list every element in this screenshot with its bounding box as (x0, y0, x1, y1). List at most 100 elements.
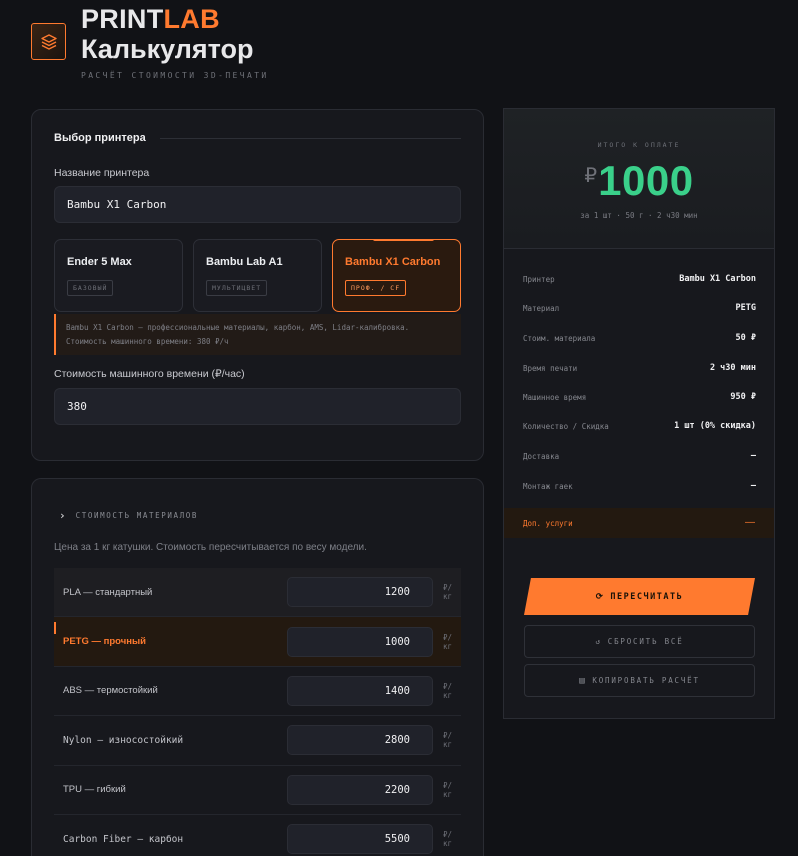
summary-value: 1 шт (0% скидка) (674, 421, 756, 431)
material-row-carbon[interactable]: Carbon Fiber — карбон 5500 ₽/кг (54, 815, 461, 856)
summary-value: — (750, 481, 756, 491)
materials-list: PLA — стандартный 1200 ₽/кг PETG — прочн… (54, 568, 461, 856)
summary-key: Доп. услуги (523, 519, 573, 528)
divider (159, 137, 461, 139)
printer-card-tag: МУЛЬТИЦВЕТ (206, 280, 268, 296)
summary-row-machine-time: Машинное время 950 ₽ (523, 392, 756, 402)
undo-icon: ↺ (595, 637, 602, 646)
material-price-input[interactable]: 5500 (287, 824, 433, 855)
chevron-right-icon: › (59, 509, 66, 522)
printer-card-name: Bambu Lab A1 (206, 256, 283, 268)
brand-accent: LAB (163, 4, 220, 34)
materials-panel: › СТОИМОСТЬ МАТЕРИАЛОВ Цена за 1 кг кату… (31, 478, 484, 856)
printer-card-name: Bambu X1 Carbon (345, 256, 441, 268)
summary-row-nuts: Монтаж гаек — (523, 481, 756, 491)
summary-value: — (750, 451, 756, 461)
summary-row-quantity: Количество / Скидка 1 шт (0% скидка) (523, 421, 756, 431)
summary-key: Количество / Скидка (523, 421, 609, 431)
machine-cost-input[interactable]: 380 (54, 388, 461, 425)
material-unit: ₽/кг (443, 780, 453, 799)
summary-value: 950 ₽ (730, 392, 756, 402)
summary-row-print-time: Время печати 2 ч30 мин (523, 363, 756, 373)
layers-icon (40, 33, 57, 50)
currency-symbol: ₽ (584, 165, 598, 187)
summary-key: Монтаж гаек (523, 481, 573, 491)
summary-row-material-cost: Стоим. материала 50 ₽ (523, 333, 756, 343)
material-price-input[interactable]: 2200 (287, 774, 433, 805)
materials-section-toggle[interactable]: › СТОИМОСТЬ МАТЕРИАЛОВ (59, 509, 198, 522)
logo (31, 23, 66, 60)
summary-row-delivery: Доставка — (523, 451, 756, 461)
summary-row-extras: Доп. услуги — (504, 508, 774, 538)
material-unit: ₽/кг (443, 830, 453, 849)
recalculate-button[interactable]: ⟳ ПЕРЕСЧИТАТЬ (524, 578, 755, 615)
printer-card-ender[interactable]: Ender 5 Max БАЗОВЫЙ (54, 239, 183, 312)
copy-button[interactable]: ▤ КОПИРОВАТЬ РАСЧЁТ (524, 664, 755, 697)
printer-name-label: Название принтера (54, 167, 150, 179)
material-row-abs[interactable]: ABS — термостойкий 1400 ₽/кг (54, 667, 461, 717)
summary-total: ИТОГО К ОПЛАТЕ ₽ 1000 за 1 шт · 50 г · 2… (504, 109, 774, 249)
summary-value: 2 ч30 мин (709, 363, 756, 373)
summary-value: Bambu X1 Carbon (679, 274, 756, 284)
summary-key: Время печати (523, 363, 578, 373)
clipboard-icon: ▤ (579, 675, 587, 686)
material-name: PETG — прочный (63, 636, 146, 648)
material-unit: ₽/кг (443, 632, 453, 651)
printer-section-title: Выбор принтера (54, 132, 146, 144)
printer-card-x1[interactable]: Bambu X1 Carbon ПРОФ. / CF (332, 239, 461, 312)
printer-note-line1: Bambu X1 Carbon — профессиональные матер… (66, 323, 410, 332)
total-label: ИТОГО К ОПЛАТЕ (597, 141, 681, 149)
printer-card-a1[interactable]: Bambu Lab A1 МУЛЬТИЦВЕТ (193, 239, 322, 312)
material-row-tpu[interactable]: TPU — гибкий 2200 ₽/кг (54, 766, 461, 815)
total-amount: ₽ 1000 (504, 157, 774, 205)
machine-cost-label: Стоимость машинного времени (₽/час) (54, 368, 245, 380)
materials-description: Цена за 1 кг катушки. Стоимость пересчит… (54, 542, 367, 553)
printer-card-name: Ender 5 Max (67, 256, 132, 268)
page-title: Калькулятор (81, 34, 254, 64)
printer-section-head: Выбор принтера (54, 132, 461, 144)
printer-panel: Выбор принтера Название принтера Bambu X… (31, 109, 484, 461)
material-name: PLA — стандартный (63, 586, 153, 598)
material-unit: ₽/кг (443, 681, 453, 700)
summary-key: Материал (523, 303, 560, 313)
printer-cards: Ender 5 Max БАЗОВЫЙ Bambu Lab A1 МУЛЬТИЦ… (54, 239, 461, 312)
summary-value: — (745, 517, 755, 528)
material-row-nylon[interactable]: Nylon — износостойкий 2800 ₽/кг (54, 716, 461, 766)
material-name: TPU — гибкий (63, 784, 126, 796)
printer-note-line2: Стоимость машинного времени: 380 ₽/ч (66, 337, 229, 346)
material-unit: ₽/кг (443, 731, 453, 750)
refresh-icon: ⟳ (595, 591, 605, 602)
material-row-petg[interactable]: PETG — прочный 1000 ₽/кг (54, 617, 461, 667)
material-row-pla[interactable]: PLA — стандартный 1200 ₽/кг (54, 568, 461, 618)
material-name: ABS — термостойкий (63, 685, 158, 697)
total-value: 1000 (598, 157, 694, 204)
reset-button[interactable]: ↺ СБРОСИТЬ ВСЁ (524, 625, 755, 658)
material-unit: ₽/кг (443, 583, 453, 602)
reset-label: СБРОСИТЬ ВСЁ (607, 637, 684, 646)
summary-key: Машинное время (523, 392, 587, 402)
summary-key: Принтер (523, 274, 555, 284)
material-price-input[interactable]: 2800 (287, 725, 433, 756)
material-name: Carbon Fiber — карбон (63, 833, 184, 845)
material-name: Nylon — износостойкий (63, 734, 184, 746)
materials-section-title: СТОИМОСТЬ МАТЕРИАЛОВ (75, 511, 198, 520)
printer-card-tag: БАЗОВЫЙ (67, 280, 114, 296)
summary-key: Доставка (523, 451, 560, 461)
copy-label: КОПИРОВАТЬ РАСЧЁТ (592, 676, 700, 685)
tagline: РАСЧЁТ СТОИМОСТИ 3D-ПЕЧАТИ (81, 71, 269, 80)
material-price-input[interactable]: 1000 (287, 626, 433, 657)
brand-main: PRINT (81, 4, 164, 34)
summary-value: 50 ₽ (735, 333, 756, 343)
summary-row-printer: Принтер Bambu X1 Carbon (523, 274, 756, 284)
total-subtitle: за 1 шт · 50 г · 2 ч30 мин (580, 211, 698, 220)
recalculate-label: ПЕРЕСЧИТАТЬ (610, 591, 684, 602)
brand: PRINTLAB (81, 4, 220, 34)
summary-panel: ИТОГО К ОПЛАТЕ ₽ 1000 за 1 шт · 50 г · 2… (503, 108, 775, 719)
printer-note: Bambu X1 Carbon — профессиональные матер… (54, 314, 461, 355)
summary-key: Стоим. материала (523, 333, 596, 343)
material-price-input[interactable]: 1400 (287, 675, 433, 706)
printer-card-tag: ПРОФ. / CF (345, 280, 407, 296)
summary-row-material: Материал PETG (523, 303, 756, 313)
material-price-input[interactable]: 1200 (287, 577, 433, 608)
printer-name-input[interactable]: Bambu X1 Carbon (54, 186, 461, 223)
